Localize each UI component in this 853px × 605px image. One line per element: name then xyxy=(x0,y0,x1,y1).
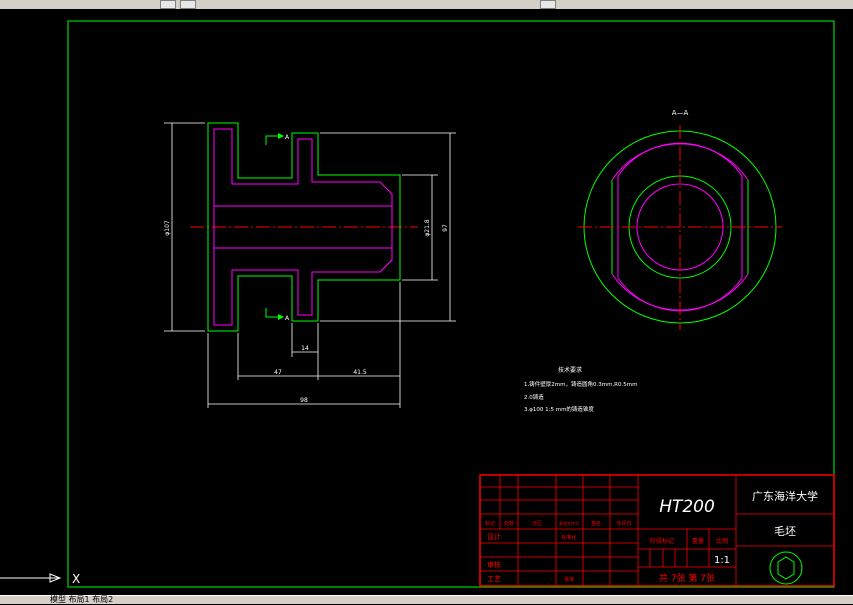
header-change-doc: 更改文件号 xyxy=(559,520,579,526)
tech-line-1: 1.铸件壁厚2mm，铸造圆角0.3mm,R0.5mm xyxy=(524,380,637,388)
material-text: HT200 xyxy=(659,497,715,517)
cut-label-top: A xyxy=(285,134,290,141)
scale-value: 1:1 xyxy=(714,555,730,566)
hex-icon xyxy=(777,556,795,580)
header-zone: 分区 xyxy=(532,520,542,527)
scale-label: 比例 xyxy=(716,537,728,545)
row-standard: 标准化 xyxy=(561,534,576,541)
cad-drawing: A A φ107 97 φ21.8 14 47 41.5 98 A—A 技术要求… xyxy=(0,20,835,588)
section-label: A—A xyxy=(672,109,689,117)
part-name: 毛坯 xyxy=(774,525,796,538)
section-view xyxy=(578,125,782,330)
arrow-icon xyxy=(278,314,284,320)
cut-marker-bottom xyxy=(265,308,278,318)
stage-label: 阶段标记 xyxy=(650,537,674,545)
tech-line-2: 2.0铸造 xyxy=(524,393,544,401)
toolbar-button[interactable] xyxy=(160,0,176,9)
dim-flange-width: 14 xyxy=(301,345,309,352)
row-review: 审核 xyxy=(487,560,501,569)
header-signature: 签名 xyxy=(591,520,601,527)
dim-left-diameter: φ107 xyxy=(164,220,171,236)
front-view: A A xyxy=(190,122,418,332)
sheet-count: 共 7张 第 7张 xyxy=(659,572,715,584)
drawing-frame xyxy=(67,20,835,588)
dropdown-chevron-icon[interactable] xyxy=(540,0,556,9)
header-mark: 标记 xyxy=(485,520,495,527)
row-process: 工艺 xyxy=(487,575,501,583)
dim-left-span: 47 xyxy=(274,369,282,376)
cut-label-bottom: A xyxy=(285,315,290,322)
layout-tabs-label[interactable]: 模型 布局1 布局2 xyxy=(50,594,113,605)
tech-title: 技术要求 xyxy=(558,366,582,374)
tech-line-3: 3.φ100 1:5 mm的铸造锥度 xyxy=(524,405,594,413)
row-design: 设计 xyxy=(487,532,501,541)
drawing-canvas[interactable]: A A φ107 97 φ21.8 14 47 41.5 98 A—A 技术要求… xyxy=(0,9,853,595)
dim-total-length: 98 xyxy=(300,397,308,404)
header-date: 年月日 xyxy=(616,520,631,527)
cut-marker-top xyxy=(265,135,278,145)
school-name: 广东海洋大学 xyxy=(752,489,818,503)
title-block: HT200 广东海洋大学 毛坯 1:1 共 7张 第 7张 阶段标记 重量 比例… xyxy=(479,474,835,587)
header-count: 处数 xyxy=(504,520,514,527)
ucs-x-label: X xyxy=(72,572,80,586)
arrow-icon xyxy=(278,133,284,139)
weight-label: 重量 xyxy=(692,537,704,545)
dim-right-span: 41.5 xyxy=(353,369,367,376)
tech-requirements: 技术要求 1.铸件壁厚2mm，铸造圆角0.3mm,R0.5mm 2.0铸造 3.… xyxy=(524,366,637,413)
dim-bore-diameter: φ21.8 xyxy=(424,219,431,237)
toolbar-button[interactable] xyxy=(180,0,196,9)
dim-right-height: 97 xyxy=(442,224,449,232)
row-approve: 批准 xyxy=(564,576,574,583)
